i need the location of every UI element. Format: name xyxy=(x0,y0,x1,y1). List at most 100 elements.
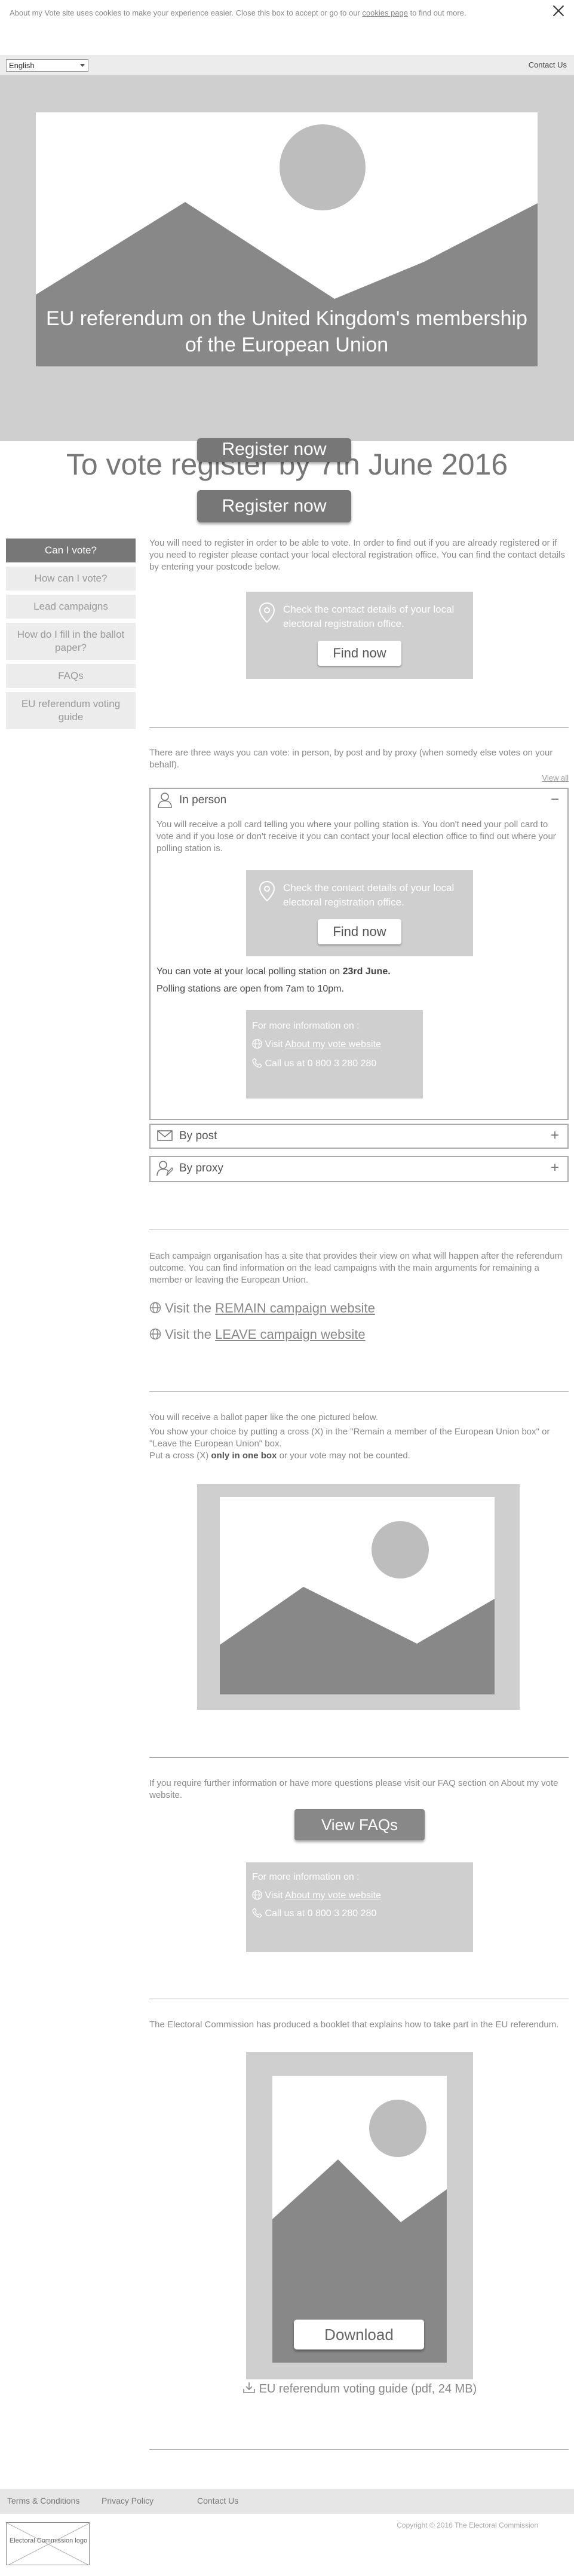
ballot-line-2: You show your choice by putting a cross … xyxy=(149,1427,550,1449)
in-person-label[interactable]: In person xyxy=(179,794,226,807)
info-heading: For more information on : xyxy=(252,1872,360,1882)
accordion-in-person: In person − You will receive a poll card… xyxy=(149,788,569,1120)
call-number: Call us at 0 800 3 280 280 xyxy=(265,1058,377,1069)
by-post-label[interactable]: By post xyxy=(179,1130,217,1143)
poll-card-text: You will receive a poll card telling you… xyxy=(156,819,556,853)
globe-icon xyxy=(149,1302,161,1314)
globe-icon xyxy=(149,1328,161,1340)
finder-text: Check the contact details of your local … xyxy=(283,604,455,629)
ballot-line-3-suffix: or your vote may not be counted. xyxy=(279,1451,410,1461)
accordion-by-proxy[interactable]: By proxy + xyxy=(149,1156,569,1182)
globe-icon xyxy=(252,1039,262,1049)
sun-icon xyxy=(280,124,366,210)
ballot-line-1: You will receive a ballot paper like the… xyxy=(149,1412,379,1422)
close-icon[interactable] xyxy=(551,4,566,18)
collapse-icon[interactable]: − xyxy=(551,791,559,808)
view-faqs-button[interactable]: View FAQs xyxy=(294,1809,425,1840)
hero-banner: EU referendum on the United Kingdom's me… xyxy=(0,75,574,441)
accordion-by-post[interactable]: By post + xyxy=(149,1124,569,1149)
polling-date: 23rd June. xyxy=(342,966,391,977)
ballot-line-3: Put a cross (X) only in one box or your … xyxy=(149,1450,569,1462)
register-now-button-secondary[interactable]: Register now xyxy=(197,490,351,522)
register-now-button[interactable]: Register now xyxy=(197,438,351,462)
sun-icon xyxy=(369,2100,426,2157)
ballot-line-3-bold: only in one box xyxy=(211,1451,277,1461)
remain-campaign-row: Visit the REMAIN campaign website xyxy=(149,1301,375,1316)
voting-guide-cover-frame: Download xyxy=(246,2052,473,2379)
nav-item-ballot-paper[interactable]: How do I fill in the ballot paper? xyxy=(6,623,136,660)
nav-item-faqs[interactable]: FAQs xyxy=(6,664,136,688)
polling-office-finder: Check the contact details of your local … xyxy=(246,870,473,956)
more-info-box: For more information on : Visit About my… xyxy=(246,1010,423,1099)
section-divider xyxy=(149,1757,569,1758)
polling-hours: Polling stations are open from 7am to 10… xyxy=(156,984,344,994)
how-vote-intro: There are three ways you can vote: in pe… xyxy=(149,748,553,770)
logo-text: Electoral Commission logo xyxy=(9,2537,88,2544)
about-my-vote-link[interactable]: About my vote website xyxy=(285,1890,381,1901)
view-all-row: View all xyxy=(149,773,569,785)
nav-item-voting-guide[interactable]: EU referendum voting guide xyxy=(6,692,136,729)
find-now-button[interactable]: Find now xyxy=(318,919,401,944)
mountain-shape xyxy=(220,1587,495,1694)
view-all-link[interactable]: View all xyxy=(542,773,569,782)
leave-campaign-link[interactable]: LEAVE campaign website xyxy=(215,1327,366,1342)
proxy-person-icon xyxy=(156,1161,173,1176)
phone-icon xyxy=(252,1908,262,1918)
voting-guide-download-row: EU referendum voting guide (pdf, 24 MB) xyxy=(243,2382,477,2396)
contact-us-link[interactable]: Contact Us xyxy=(529,60,567,69)
cookie-text: About my Vote site uses cookies to make … xyxy=(10,8,360,17)
person-icon xyxy=(158,793,172,808)
ballot-line-3-prefix: Put a cross (X) xyxy=(149,1451,209,1461)
electoral-commission-logo: Electoral Commission logo xyxy=(6,2522,90,2565)
language-value: English xyxy=(9,61,35,70)
copyright-text: Copyright © 2016 The Electoral Commissio… xyxy=(397,2521,538,2529)
about-my-vote-link[interactable]: About my vote website xyxy=(285,1039,381,1050)
language-select[interactable]: English xyxy=(6,59,88,72)
info-heading: For more information on : xyxy=(252,1021,360,1031)
hero-title: EU referendum on the United Kingdom's me… xyxy=(46,307,527,356)
polling-date-line: You can vote at your local polling stati… xyxy=(156,966,391,977)
location-pin-icon xyxy=(259,881,275,901)
cookie-banner: About my Vote site uses cookies to make … xyxy=(0,0,574,29)
leave-prefix: Visit the xyxy=(165,1327,211,1342)
can-vote-text: You will need to register in order to be… xyxy=(149,538,565,572)
globe-icon xyxy=(252,1890,262,1900)
ballot-paper-image xyxy=(220,1497,495,1694)
visit-prefix: Visit xyxy=(265,1890,283,1901)
by-proxy-label[interactable]: By proxy xyxy=(179,1162,223,1175)
section-divider xyxy=(149,727,569,728)
voting-guide-link[interactable]: EU referendum voting guide (pdf, 24 MB) xyxy=(259,2382,477,2396)
nav-item-can-i-vote[interactable]: Can I vote? xyxy=(6,539,136,562)
download-icon xyxy=(243,2382,255,2393)
remain-campaign-link[interactable]: REMAIN campaign website xyxy=(215,1301,375,1315)
finder-text: Check the contact details of your local … xyxy=(283,882,455,908)
section-divider xyxy=(149,1391,569,1392)
footer-bar: Terms & Conditions Privacy Policy Contac… xyxy=(0,2489,574,2514)
sun-icon xyxy=(372,1521,429,1578)
guide-text: The Electoral Commission has produced a … xyxy=(149,2020,559,2030)
more-info-box: For more information on : Visit About my… xyxy=(246,1862,473,1952)
section-nav: Can I vote? How can I vote? Lead campaig… xyxy=(6,539,136,733)
nav-item-how-can-i-vote[interactable]: How can I vote? xyxy=(6,567,136,591)
download-button[interactable]: Download xyxy=(294,2320,424,2349)
expand-icon[interactable]: + xyxy=(551,1127,559,1144)
visit-line: Visit About my vote website xyxy=(252,1890,381,1901)
call-line: Call us at 0 800 3 280 280 xyxy=(252,1908,376,1919)
footer-terms-link[interactable]: Terms & Conditions xyxy=(7,2496,79,2505)
phone-icon xyxy=(252,1058,262,1068)
visit-line: Visit About my vote website xyxy=(252,1039,381,1050)
polling-date-prefix: You can vote at your local polling stati… xyxy=(156,966,340,977)
location-pin-icon xyxy=(259,602,275,623)
envelope-icon xyxy=(157,1130,173,1141)
ballot-paper-image-frame xyxy=(197,1484,520,1710)
footer-privacy-link[interactable]: Privacy Policy xyxy=(102,2496,154,2505)
call-line: Call us at 0 800 3 280 280 xyxy=(252,1058,376,1069)
cookies-page-link[interactable]: cookies page xyxy=(362,8,408,17)
find-now-button[interactable]: Find now xyxy=(318,641,401,666)
registration-office-finder: Check the contact details of your local … xyxy=(246,592,473,679)
section-divider xyxy=(149,2449,569,2450)
footer-contact-link[interactable]: Contact Us xyxy=(197,2496,238,2505)
nav-item-lead-campaigns[interactable]: Lead campaigns xyxy=(6,595,136,619)
remain-prefix: Visit the xyxy=(165,1301,211,1315)
expand-icon[interactable]: + xyxy=(551,1159,559,1176)
